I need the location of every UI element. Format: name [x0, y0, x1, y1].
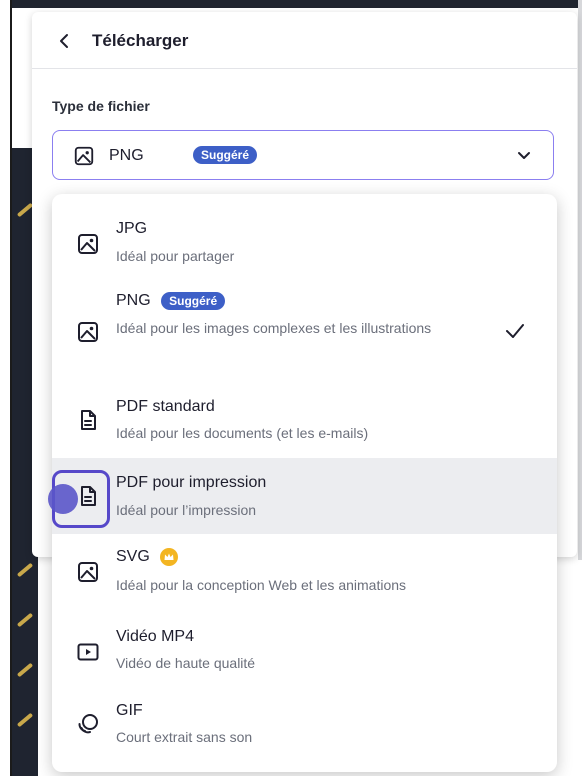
decorative-leaf — [16, 612, 34, 628]
option-description: Idéal pour les images complexes et les i… — [116, 320, 432, 336]
background-right-edge — [578, 0, 582, 560]
option-title: PDF standard — [116, 398, 215, 415]
decorative-leaf — [16, 712, 34, 728]
option-jpg[interactable]: JPG Idéal pour partager — [52, 194, 557, 278]
pointer-cursor — [48, 484, 78, 514]
option-description: Idéal pour la conception Web et les anim… — [116, 577, 407, 593]
suggested-badge: Suggéré — [193, 146, 258, 164]
option-pdf-print[interactable]: PDF pour impression Idéal pour l’impress… — [52, 458, 557, 534]
decorative-leaf — [16, 202, 34, 218]
decorative-leaf — [16, 562, 34, 578]
option-description: Idéal pour les documents (et les e-mails… — [116, 425, 369, 441]
option-pdf-standard[interactable]: PDF standard Idéal pour les documents (e… — [52, 380, 557, 458]
option-mp4[interactable]: Vidéo MP4 Vidéo de haute qualité — [52, 612, 557, 690]
option-description: Vidéo de haute qualité — [116, 655, 256, 671]
video-icon — [77, 643, 99, 661]
decorative-leaf — [16, 662, 34, 678]
option-gif[interactable]: GIF Court extrait sans son — [52, 690, 557, 772]
gif-icon — [78, 714, 98, 734]
option-png[interactable]: PNG Suggéré Idéal pour les images comple… — [52, 278, 557, 380]
panel-title: Télécharger — [92, 31, 189, 50]
file-type-dropdown: JPG Idéal pour partager PNG Suggéré Idéa… — [52, 194, 557, 772]
image-icon — [78, 322, 98, 342]
option-title-text: PNG — [116, 292, 151, 310]
file-type-label: Type de fichier — [52, 98, 150, 114]
option-title: PNG Suggéré — [116, 292, 226, 310]
option-description: Idéal pour l’impression — [116, 502, 257, 518]
option-title: Vidéo MP4 — [116, 628, 194, 645]
option-title-text: SVG — [116, 548, 150, 566]
chevron-down-icon — [518, 152, 530, 159]
file-type-select[interactable]: PNG Suggéré — [52, 130, 554, 180]
option-title: JPG — [116, 220, 148, 237]
selected-file-type: PNG — [109, 147, 144, 164]
background-top-band — [12, 0, 582, 8]
option-title: GIF — [116, 702, 143, 719]
option-svg[interactable]: SVG Idéal pour la conception Web et les … — [52, 534, 557, 612]
document-icon — [81, 410, 96, 430]
option-title: PDF pour impression — [116, 474, 267, 491]
premium-crown-icon — [160, 548, 179, 566]
option-description: Court extrait sans son — [116, 729, 253, 745]
image-icon — [74, 146, 94, 166]
image-icon — [78, 234, 98, 254]
option-description: Idéal pour partager — [116, 248, 235, 264]
panel-header: Télécharger — [32, 12, 577, 69]
checkmark-icon — [506, 324, 524, 338]
back-button[interactable] — [54, 30, 76, 52]
image-icon — [78, 562, 98, 582]
suggested-badge: Suggéré — [161, 292, 226, 310]
chevron-left-icon — [60, 34, 68, 48]
option-title: SVG — [116, 548, 179, 566]
